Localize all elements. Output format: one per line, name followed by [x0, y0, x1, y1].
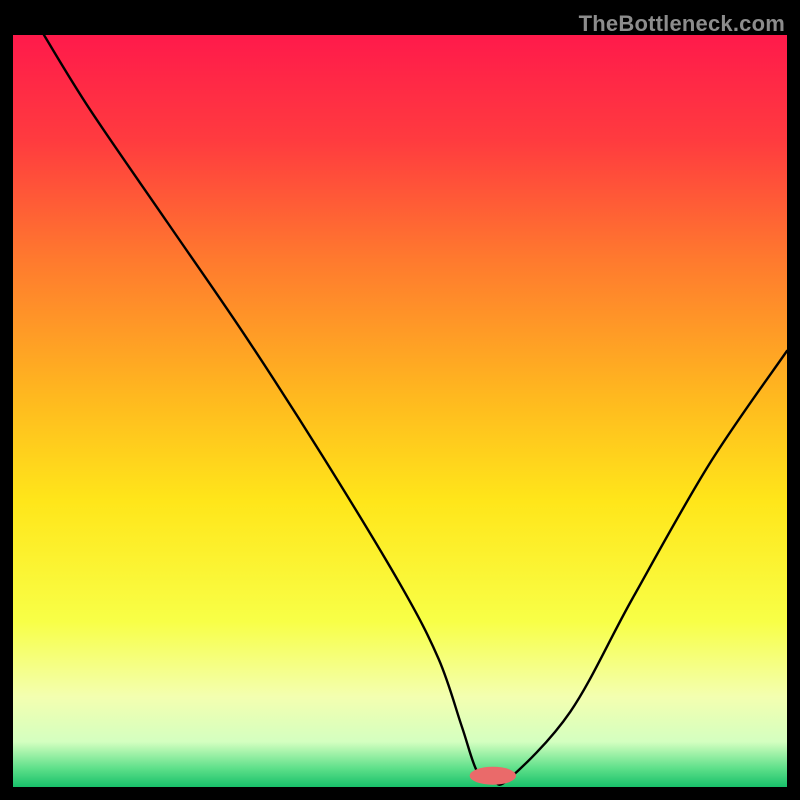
watermark-text: TheBottleneck.com — [579, 11, 785, 37]
bottleneck-chart — [13, 35, 787, 787]
optimal-marker — [470, 767, 516, 785]
chart-frame: TheBottleneck.com — [13, 13, 787, 787]
gradient-background — [13, 35, 787, 787]
